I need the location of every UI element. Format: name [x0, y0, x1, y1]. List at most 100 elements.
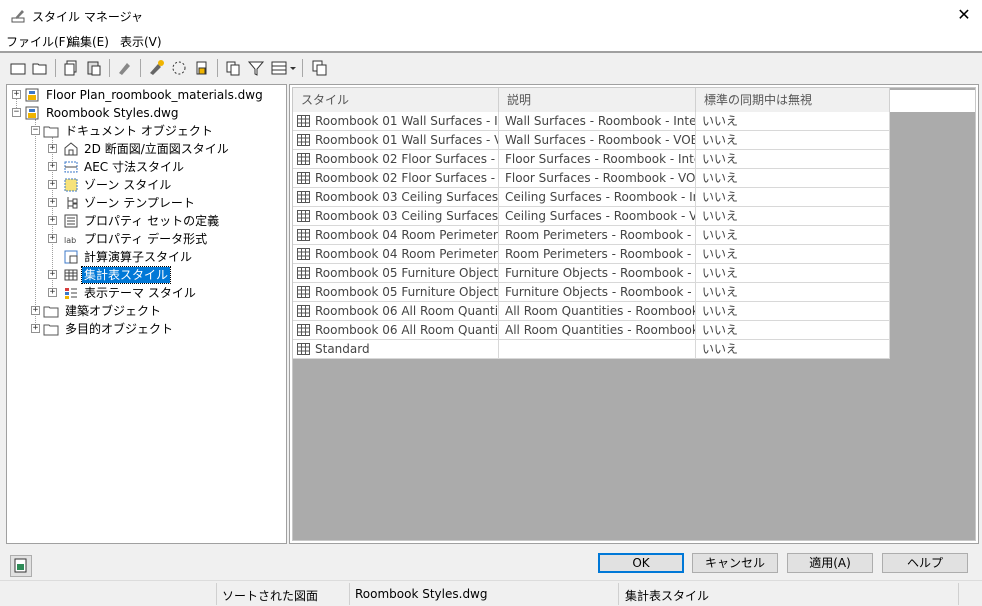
- table-row[interactable]: Standard いいえ: [293, 340, 890, 359]
- cell-text: いいえ: [702, 152, 739, 166]
- copy-icon[interactable]: [62, 59, 80, 77]
- purge-icon[interactable]: [170, 59, 188, 77]
- menu-file[interactable]: ファイル(F): [6, 33, 70, 50]
- expand-icon[interactable]: +: [48, 270, 57, 279]
- menu-edit[interactable]: 編集(E): [68, 33, 109, 50]
- view-options-dropdown-icon[interactable]: [270, 59, 298, 77]
- cancel-button[interactable]: キャンセル: [692, 553, 778, 573]
- zone-template-icon: [67, 197, 78, 209]
- table-row[interactable]: Roombook 01 Wall Surfaces - Int... Wall S…: [293, 112, 890, 131]
- tree-node-schedule-table[interactable]: + 集計表スタイル: [7, 266, 286, 284]
- expand-icon[interactable]: +: [48, 180, 57, 189]
- edit-style-icon[interactable]: [116, 59, 134, 77]
- expand-icon[interactable]: +: [48, 198, 57, 207]
- new-drawing-icon[interactable]: [9, 59, 27, 77]
- table-row[interactable]: Roombook 02 Floor Surfaces - V... Floor S…: [293, 169, 890, 188]
- collapse-icon[interactable]: −: [31, 126, 40, 135]
- apply-button[interactable]: 適用(A): [787, 553, 873, 573]
- new-style-icon[interactable]: [147, 59, 165, 77]
- expand-icon[interactable]: +: [48, 288, 57, 297]
- table-row[interactable]: Roombook 02 Floor Surfaces - In... Floor …: [293, 150, 890, 169]
- tree-node-zone-style[interactable]: + ゾーン スタイル: [7, 176, 286, 194]
- cell-text: Standard: [315, 342, 370, 356]
- table-row[interactable]: Roombook 06 All Room Quantiti... All Room…: [293, 302, 890, 321]
- cell-text: いいえ: [702, 190, 739, 204]
- table-row[interactable]: Roombook 03 Ceiling Surfaces - ... Ceilin…: [293, 188, 890, 207]
- open-folder-icon[interactable]: [31, 59, 49, 77]
- column-header-style[interactable]: スタイル: [293, 88, 499, 112]
- style-tree[interactable]: + Floor Plan_roombook_materials.dwg − Ro…: [6, 84, 287, 544]
- schedule-table-icon: [297, 324, 310, 336]
- menu-view[interactable]: 表示(V): [120, 33, 162, 50]
- column-header-ignore-sync[interactable]: 標準の同期中は無視: [696, 88, 890, 112]
- style-list[interactable]: スタイル 説明 標準の同期中は無視 Roombook 01 Wall Surfa…: [292, 87, 976, 541]
- cell-description: Ceiling Surfaces - Roombook - V...: [499, 207, 696, 226]
- expand-icon[interactable]: +: [48, 216, 57, 225]
- window-title: スタイル マネージャ: [32, 10, 143, 24]
- tree-node-display-theme[interactable]: + 表示テーマ スタイル: [7, 284, 286, 302]
- schedule-table-icon: [297, 115, 310, 127]
- cell-style-name: Roombook 06 All Room Quantiti...: [293, 302, 499, 321]
- cell-text: いいえ: [702, 285, 739, 299]
- expand-icon[interactable]: +: [48, 144, 57, 153]
- cell-ignore-sync: いいえ: [696, 302, 890, 321]
- expand-icon[interactable]: +: [48, 162, 57, 171]
- help-button[interactable]: ヘルプ: [882, 553, 968, 573]
- expand-icon[interactable]: +: [31, 324, 40, 333]
- cell-style-name: Roombook 02 Floor Surfaces - In...: [293, 150, 499, 169]
- expand-icon[interactable]: +: [48, 234, 57, 243]
- expand-icon[interactable]: +: [12, 90, 21, 99]
- cell-style-name: Standard: [293, 340, 499, 359]
- tree-node-floor-plan[interactable]: + Floor Plan_roombook_materials.dwg: [7, 86, 286, 104]
- tree-node-property-format[interactable]: + lab プロパティ データ形式: [7, 230, 286, 248]
- table-row[interactable]: Roombook 06 All Room Quantiti... All Room…: [293, 321, 890, 340]
- filter-icon[interactable]: [247, 59, 265, 77]
- tree-node-calc-modifier[interactable]: 計算演算子スタイル: [7, 248, 286, 266]
- schedule-table-icon: [297, 134, 310, 146]
- tree-node-roombook[interactable]: − Roombook Styles.dwg: [7, 104, 286, 122]
- table-row[interactable]: Roombook 03 Ceiling Surfaces - ... Ceilin…: [293, 207, 890, 226]
- paste-icon[interactable]: [85, 59, 103, 77]
- cell-ignore-sync: いいえ: [696, 321, 890, 340]
- column-header-description[interactable]: 説明: [499, 88, 696, 112]
- tree-node-doc-objects[interactable]: − ドキュメント オブジェクト: [7, 122, 286, 140]
- schedule-table-icon: [297, 153, 310, 165]
- toggle-view-icon[interactable]: [310, 59, 328, 77]
- tree-node-arch-objects[interactable]: + 建築オブジェクト: [7, 302, 286, 320]
- display-theme-icon: [65, 288, 77, 299]
- table-row[interactable]: Roombook 04 Room Perimeters ... Room Peri…: [293, 245, 890, 264]
- tree-node-aec-dimension[interactable]: + AEC 寸法スタイル: [7, 158, 286, 176]
- expand-icon[interactable]: +: [31, 306, 40, 315]
- cell-style-name: Roombook 03 Ceiling Surfaces - ...: [293, 188, 499, 207]
- tree-label: Floor Plan_roombook_materials.dwg: [46, 88, 263, 102]
- tree-node-zone-template[interactable]: + ゾーン テンプレート: [7, 194, 286, 212]
- cell-ignore-sync: いいえ: [696, 264, 890, 283]
- schedule-table-icon: [297, 248, 310, 260]
- cell-style-name: Roombook 05 Furniture Objects ...: [293, 283, 499, 302]
- tree-label: プロパティ セットの定義: [84, 214, 220, 228]
- cell-description: [499, 340, 696, 359]
- tree-node-section-elevation[interactable]: + 2D 断面図/立面図スタイル: [7, 140, 286, 158]
- schedule-table-icon: [297, 343, 310, 355]
- tree-label: ゾーン スタイル: [84, 178, 172, 192]
- table-row[interactable]: Roombook 05 Furniture Objects ... Furnitu…: [293, 283, 890, 302]
- purge-styles-icon[interactable]: [193, 59, 211, 77]
- tree-node-property-set[interactable]: + プロパティ セットの定義: [7, 212, 286, 230]
- close-button[interactable]: ✕: [952, 4, 976, 26]
- cell-description: All Room Quantities - Roombook...: [499, 302, 696, 321]
- table-row[interactable]: Roombook 05 Furniture Objects ... Furnitu…: [293, 264, 890, 283]
- cell-style-name: Roombook 04 Room Perimeters ...: [293, 226, 499, 245]
- collapse-icon[interactable]: −: [12, 108, 21, 117]
- sort-icon[interactable]: [224, 59, 242, 77]
- ok-button[interactable]: OK: [598, 553, 684, 573]
- cell-ignore-sync: いいえ: [696, 226, 890, 245]
- title-bar: スタイル マネージャ ✕: [0, 0, 982, 31]
- header-filler: [890, 90, 975, 112]
- table-row[interactable]: Roombook 01 Wall Surfaces - V... Wall Sur…: [293, 131, 890, 150]
- cell-description: Room Perimeters - Roombook - I...: [499, 226, 696, 245]
- toggle-view-button[interactable]: [10, 555, 32, 577]
- svg-text:lab: lab: [64, 236, 76, 245]
- cell-description: Floor Surfaces - Roombook - VO...: [499, 169, 696, 188]
- table-row[interactable]: Roombook 04 Room Perimeters ... Room Peri…: [293, 226, 890, 245]
- tree-node-multi-objects[interactable]: + 多目的オブジェクト: [7, 320, 286, 338]
